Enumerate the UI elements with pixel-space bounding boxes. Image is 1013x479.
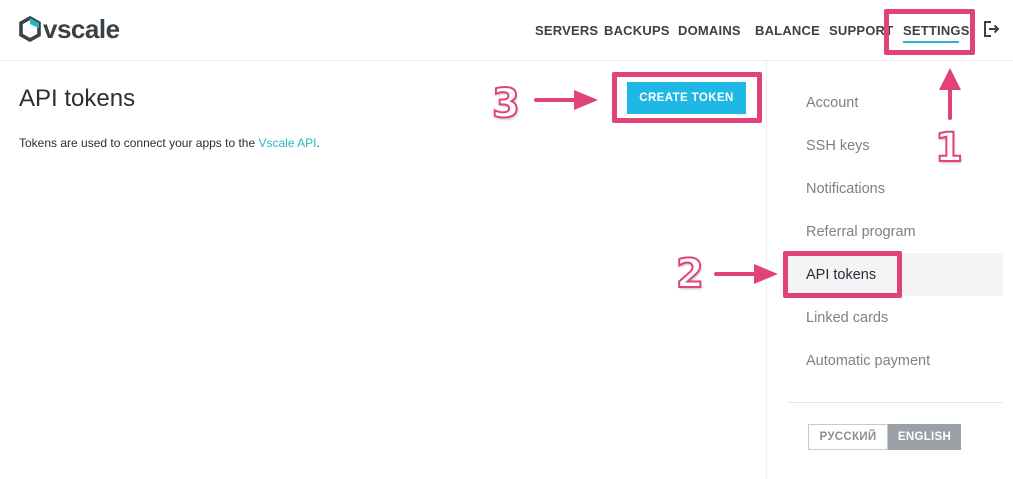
- language-russian-button[interactable]: РУССКИЙ: [808, 424, 888, 450]
- step-3-label: 3: [491, 81, 521, 127]
- logo-hexagon-icon: [19, 16, 41, 42]
- highlight-settings: [884, 9, 975, 55]
- description-text: Tokens are used to connect your apps to …: [19, 136, 259, 150]
- arrow-right-icon: [714, 264, 778, 284]
- logo[interactable]: vscale: [18, 16, 120, 42]
- sidebar-item-referral-program[interactable]: Referral program: [806, 224, 916, 240]
- step-2-label: 2: [675, 251, 705, 297]
- language-switch: РУССКИЙ ENGLISH: [808, 424, 961, 450]
- logo-text: vscale: [43, 14, 120, 44]
- sidebar-divider: [788, 402, 1003, 403]
- nav-backups[interactable]: BACKUPS: [604, 23, 670, 38]
- sidebar-item-ssh-keys[interactable]: SSH keys: [806, 138, 870, 154]
- language-english-button[interactable]: ENGLISH: [888, 424, 961, 450]
- nav-domains[interactable]: DOMAINS: [678, 23, 741, 38]
- page-description: Tokens are used to connect your apps to …: [19, 136, 320, 150]
- sidebar-item-automatic-payment[interactable]: Automatic payment: [806, 353, 930, 369]
- highlight-create-token: [612, 72, 762, 123]
- step-1-label: 1: [934, 125, 964, 171]
- arrow-up-icon: [939, 68, 961, 120]
- arrow-right-icon: [534, 90, 598, 110]
- sidebar-item-notifications[interactable]: Notifications: [806, 181, 885, 197]
- vscale-api-link[interactable]: Vscale API: [258, 136, 316, 150]
- sidebar-item-linked-cards[interactable]: Linked cards: [806, 310, 888, 326]
- logout-icon[interactable]: [982, 20, 1000, 38]
- sidebar-item-account[interactable]: Account: [806, 95, 858, 111]
- description-end: .: [316, 136, 320, 150]
- highlight-api-tokens: [783, 251, 902, 298]
- nav-servers[interactable]: SERVERS: [535, 23, 598, 38]
- page-title: API tokens: [19, 85, 136, 112]
- nav-balance[interactable]: BALANCE: [755, 23, 820, 38]
